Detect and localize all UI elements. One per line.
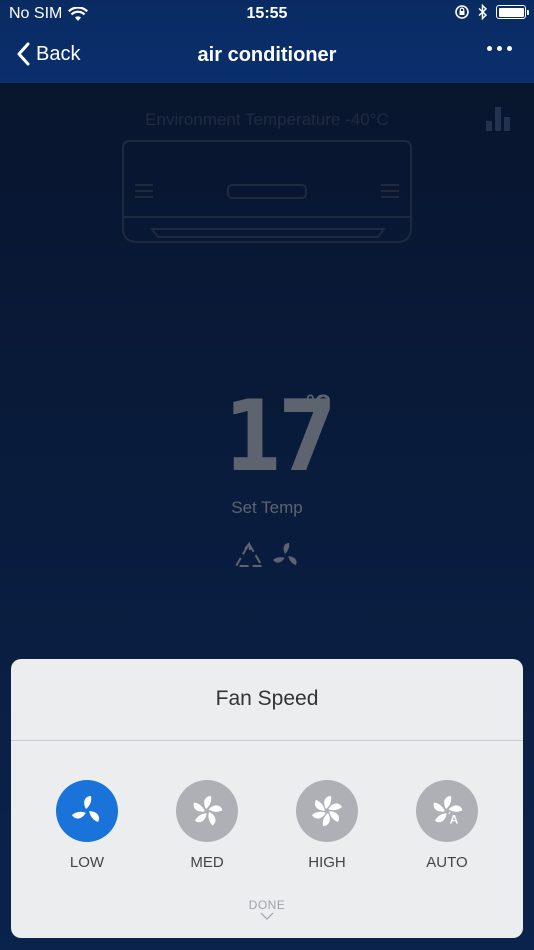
fan-speed-auto-button[interactable]: A AUTO — [397, 780, 497, 871]
chevron-down-icon — [260, 912, 274, 920]
option-label: HIGH — [308, 854, 346, 871]
option-label: AUTO — [426, 854, 468, 871]
option-label: MED — [190, 854, 224, 871]
nav-bar: Back air conditioner — [0, 34, 534, 78]
svg-text:A: A — [450, 813, 459, 827]
divider — [11, 740, 523, 741]
fan-icon — [56, 780, 118, 842]
sheet-title: Fan Speed — [215, 687, 319, 710]
battery-icon — [496, 5, 529, 19]
screen: No SIM 15:55 Back air conditioner Enviro… — [0, 0, 534, 950]
status-icons — [454, 4, 529, 20]
more-options-button[interactable] — [487, 46, 512, 51]
dot — [507, 46, 512, 51]
page-title: air conditioner — [197, 44, 337, 66]
fan-icon — [176, 780, 238, 842]
option-label: LOW — [69, 854, 105, 871]
bluetooth-icon — [478, 4, 488, 20]
orientation-lock-icon — [455, 5, 469, 19]
fan-icon — [296, 780, 358, 842]
fan-speed-high-button[interactable]: HIGH — [277, 780, 377, 871]
fan-auto-icon: A — [416, 780, 478, 842]
done-button[interactable]: DONE — [11, 898, 523, 920]
status-bar: No SIM 15:55 — [0, 0, 534, 28]
fan-speed-low-button[interactable]: LOW — [37, 780, 137, 871]
fan-speed-sheet: Fan Speed LOW MED HIGH A AUTO DONE — [11, 659, 523, 938]
dot — [497, 46, 502, 51]
fan-speed-med-button[interactable]: MED — [157, 780, 257, 871]
top-bar: No SIM 15:55 Back air conditioner — [0, 0, 534, 83]
dot — [487, 46, 492, 51]
done-label: DONE — [248, 898, 286, 912]
